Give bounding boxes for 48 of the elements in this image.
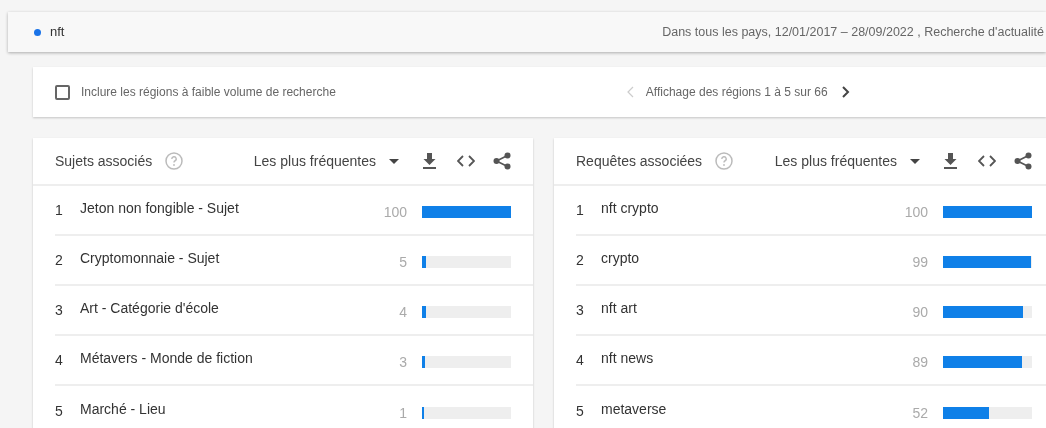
interest-value: 89: [911, 352, 928, 372]
entry-link[interactable]: metaverse: [601, 398, 667, 420]
share-icon[interactable]: [493, 152, 511, 170]
checkbox-label: Inclure les régions à faible volume de recherche: [81, 84, 336, 101]
checkbox[interactable]: [55, 84, 70, 100]
rank-number: 2: [55, 250, 64, 270]
entry-link[interactable]: Marché - Lieu: [80, 398, 166, 420]
entry-link[interactable]: crypto: [601, 247, 640, 269]
interest-value: 52: [911, 403, 928, 423]
rank-number: 4: [576, 350, 585, 370]
panel-title: Sujets associés: [55, 151, 153, 171]
rank-number: 2: [576, 250, 585, 270]
entry-link[interactable]: nft crypto: [601, 197, 659, 219]
sort-dropdown[interactable]: Les plus fréquentes: [253, 150, 399, 172]
rank-number: 3: [576, 300, 585, 320]
embed-icon[interactable]: [457, 155, 475, 167]
sort-dropdown[interactable]: Les plus fréquentes: [774, 150, 920, 172]
rank-number: 5: [55, 401, 64, 421]
embed-icon[interactable]: [978, 155, 996, 167]
download-icon[interactable]: [423, 153, 436, 169]
entry-link[interactable]: Art - Catégorie d'école: [80, 297, 219, 319]
rank-number: 1: [55, 200, 64, 220]
interest-value: 100: [903, 202, 928, 222]
search-term: nft: [50, 23, 65, 42]
interest-value: 100: [382, 202, 407, 222]
panel-title: Requêtes associées: [576, 151, 703, 171]
entry-link[interactable]: Jeton non fongible - Sujet: [80, 197, 239, 219]
download-icon[interactable]: [944, 153, 957, 169]
interest-value: 90: [911, 302, 928, 322]
entry-link[interactable]: nft art: [601, 297, 637, 319]
caret-icon: [389, 158, 399, 164]
entry-link[interactable]: Cryptomonnaie - Sujet: [80, 247, 220, 269]
interest-value: 5: [398, 252, 407, 272]
interest-value: 1: [398, 403, 407, 423]
interest-value: 99: [911, 252, 928, 272]
next-icon[interactable]: [841, 86, 850, 98]
interest-value: 3: [398, 352, 407, 372]
caret-icon: [910, 158, 920, 164]
rank-number: 5: [576, 401, 585, 421]
search-summary: Dans tous les pays, 12/01/2017 – 28/09/2022 , Recherche d'actualité: [662, 23, 1044, 41]
share-icon[interactable]: [1014, 152, 1032, 170]
rank-number: 3: [55, 300, 64, 320]
interest-value: 4: [398, 302, 407, 322]
rank-number: 1: [576, 200, 585, 220]
rank-number: 4: [55, 350, 64, 370]
pagination-text: Affichage des régions 1 à 5 sur 66: [645, 84, 828, 101]
entry-link[interactable]: Métavers - Monde de fiction: [80, 347, 253, 369]
entry-link[interactable]: nft news: [601, 347, 654, 369]
